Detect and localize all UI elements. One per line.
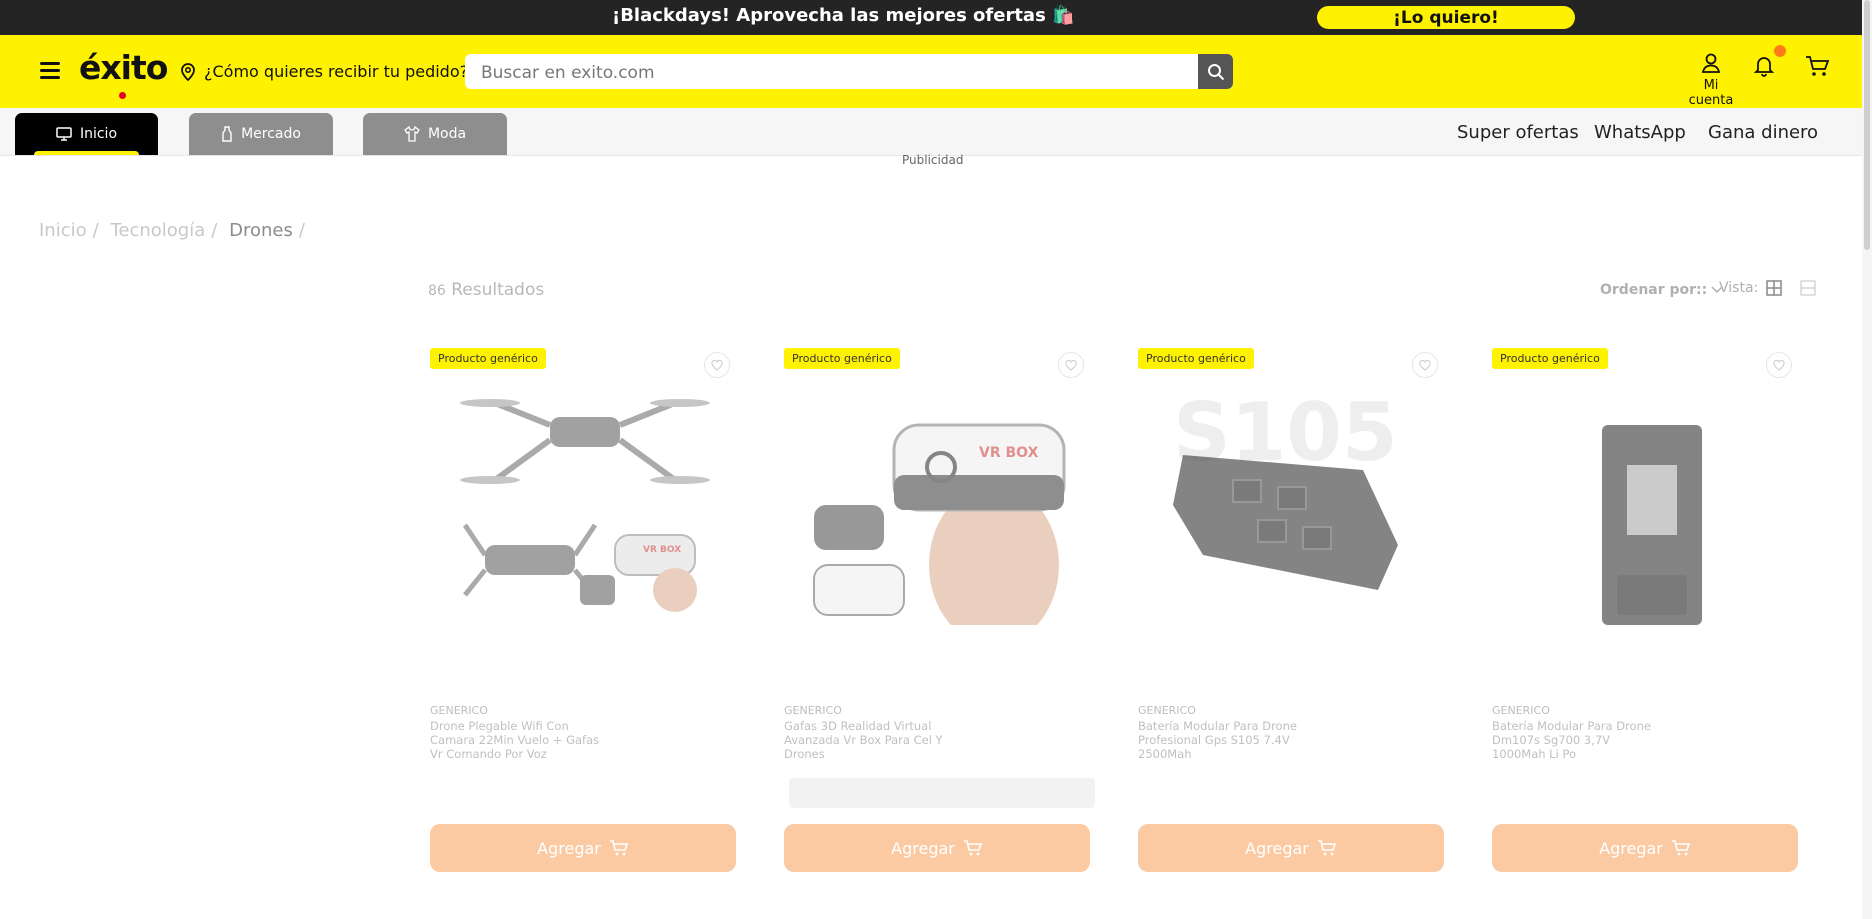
cart-icon [609, 840, 628, 856]
product-card[interactable]: Producto genérico GENERICO Batería Modul… [1492, 345, 1798, 875]
view-switcher: Vista: [1719, 280, 1816, 296]
cart-icon [1317, 840, 1336, 856]
promo-bar: ¡Blackdays! Aprovecha las mejores oferta… [0, 0, 1862, 35]
breadcrumb-item-inicio[interactable]: Inicio [39, 220, 87, 241]
product-name[interactable]: Batería Modular Para Drone Dm107s Sg700 … [1492, 719, 1662, 761]
tab-moda[interactable]: Moda [363, 113, 507, 155]
grid-view-icon[interactable] [1766, 280, 1782, 296]
hamburger-menu-icon[interactable] [40, 62, 60, 80]
product-card[interactable]: Producto genérico VR BOX GENERICO Gafas … [784, 345, 1095, 875]
breadcrumb-item-tecnologia[interactable]: Tecnología [110, 220, 205, 241]
search-icon [1207, 63, 1224, 80]
add-to-cart-label: Agregar [1245, 838, 1309, 858]
delivery-location-label: ¿Cómo quieres recibir tu pedido? [204, 62, 469, 81]
scrollbar-thumb[interactable] [1864, 0, 1870, 250]
product-tag: Producto genérico [784, 348, 900, 369]
heart-icon [1773, 359, 1785, 371]
account-button[interactable]: Mi cuenta [1680, 52, 1742, 108]
header: éxito ¿Cómo quieres recibir tu pedido? M… [0, 35, 1862, 108]
view-label: Vista: [1719, 280, 1759, 296]
breadcrumb: Inicio / Tecnología / Drones / [39, 220, 305, 241]
favorite-button[interactable] [1766, 352, 1792, 378]
nav-link-gana-dinero[interactable]: Gana dinero [1708, 122, 1818, 143]
add-to-cart-label: Agregar [1599, 838, 1663, 858]
add-to-cart-button[interactable]: Agregar [784, 824, 1090, 872]
monitor-icon [56, 127, 72, 141]
user-icon [1701, 53, 1721, 73]
promo-text: ¡Blackdays! Aprovecha las mejores oferta… [612, 5, 1075, 26]
cart-icon [1671, 840, 1690, 856]
product-tag: Producto genérico [1138, 348, 1254, 369]
product-name[interactable]: Drone Plegable Wifi Con Camara 22Min Vue… [430, 719, 600, 761]
tab-mercado[interactable]: Mercado [189, 113, 333, 155]
search-input[interactable] [479, 54, 1183, 89]
sort-label: Ordenar por:: [1600, 282, 1708, 298]
product-brand: GENERICO [430, 704, 488, 717]
shirt-icon [404, 126, 420, 142]
svg-text:VR BOX: VR BOX [643, 545, 681, 555]
add-to-cart-label: Agregar [537, 838, 601, 858]
results-count: 86 Resultados [428, 280, 545, 300]
product-image[interactable]: VR BOX [455, 395, 715, 625]
product-name[interactable]: Batería Modular Para Drone Profesional G… [1138, 719, 1308, 761]
product-name[interactable]: Gafas 3D Realidad Virtual Avanzada Vr Bo… [784, 719, 954, 761]
heart-icon [1065, 359, 1077, 371]
favorite-button[interactable] [704, 352, 730, 378]
exito-logo[interactable]: éxito [79, 48, 168, 99]
product-brand: GENERICO [1492, 704, 1550, 717]
nav-link-whatsapp[interactable]: WhatsApp [1594, 122, 1686, 143]
add-to-cart-button[interactable]: Agregar [1492, 824, 1798, 872]
product-tag: Producto genérico [430, 348, 546, 369]
shopping-cart-icon[interactable] [1804, 54, 1830, 78]
product-image-text: VR BOX [979, 445, 1039, 461]
favorite-button[interactable] [1058, 352, 1084, 378]
delivery-location-selector[interactable]: ¿Cómo quieres recibir tu pedido? [180, 62, 486, 81]
heart-icon [1419, 359, 1431, 371]
add-to-cart-button[interactable]: Agregar [1138, 824, 1444, 872]
add-to-cart-button[interactable]: Agregar [430, 824, 736, 872]
product-brand: GENERICO [1138, 704, 1196, 717]
product-image[interactable]: S105 [1163, 395, 1423, 625]
cart-icon [963, 840, 982, 856]
tab-label: Mercado [241, 126, 301, 142]
product-image[interactable]: VR BOX [809, 395, 1069, 625]
heart-icon [711, 359, 723, 371]
category-nav: Inicio Mercado Moda [0, 108, 1862, 156]
product-brand: GENERICO [784, 704, 842, 717]
search-bar [465, 54, 1233, 89]
location-pin-icon [181, 62, 195, 81]
sort-dropdown[interactable]: Ordenar por:: [1600, 282, 1723, 298]
product-image[interactable] [1517, 395, 1777, 625]
breadcrumb-item-drones[interactable]: Drones [229, 220, 293, 241]
product-tag: Producto genérico [1492, 348, 1608, 369]
search-button[interactable] [1198, 54, 1233, 89]
tab-inicio[interactable]: Inicio [15, 113, 158, 155]
ad-label: Publicidad [902, 153, 964, 167]
notifications-bell-icon[interactable] [1752, 53, 1776, 77]
loading-placeholder [789, 778, 1095, 808]
add-to-cart-label: Agregar [891, 838, 955, 858]
favorite-button[interactable] [1412, 352, 1438, 378]
tab-label: Inicio [79, 126, 118, 142]
account-label: Mi cuenta [1688, 78, 1734, 108]
bottle-icon [222, 126, 232, 142]
nav-link-super-ofertas[interactable]: Super ofertas [1457, 122, 1579, 143]
product-card[interactable]: Producto genérico VR BOX GENERICO Drone … [430, 345, 736, 875]
tab-label: Moda [427, 126, 467, 142]
product-card[interactable]: Producto genérico S105 GENERICO Batería … [1138, 345, 1444, 875]
notification-badge [1774, 45, 1786, 57]
list-view-icon[interactable] [1800, 280, 1816, 296]
promo-cta-button[interactable]: ¡Lo quiero! [1317, 6, 1575, 29]
